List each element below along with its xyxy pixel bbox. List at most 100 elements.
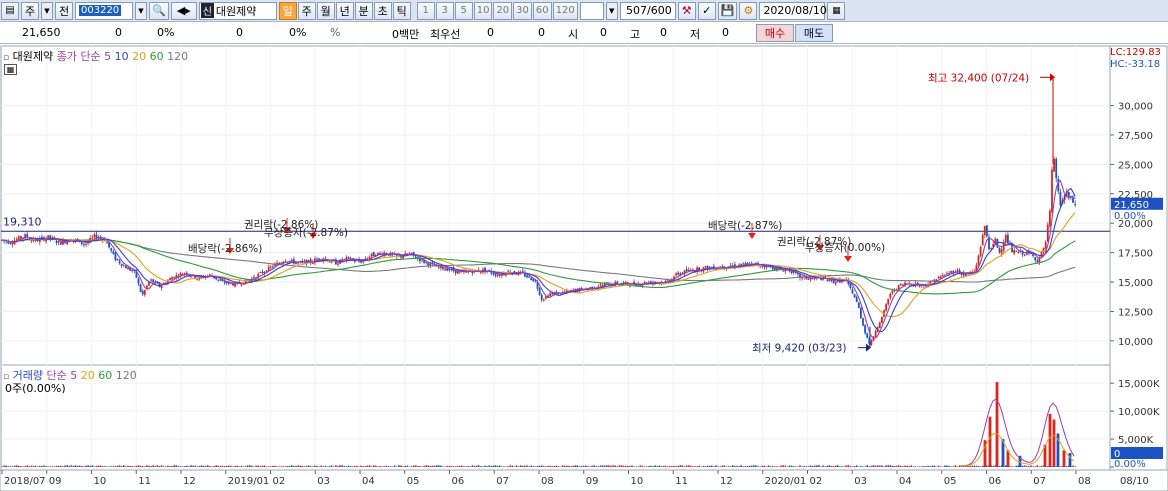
candle-body xyxy=(253,277,255,279)
volume-bar xyxy=(906,465,908,467)
volume-bar xyxy=(177,466,180,467)
volume-bar xyxy=(620,465,623,467)
volume-bar xyxy=(91,465,94,467)
volume-bar xyxy=(228,465,230,467)
candle-body xyxy=(542,299,545,301)
time-tick-label: 06 xyxy=(452,476,465,487)
candle-body xyxy=(874,330,877,337)
volume-bar xyxy=(286,466,289,467)
time-tick-label: 02 xyxy=(273,476,286,487)
panel-collapse-icon[interactable]: ▫ xyxy=(3,53,9,63)
volume-bar xyxy=(977,465,980,467)
volume-bar xyxy=(13,465,16,467)
candle-body xyxy=(318,258,320,260)
volume-bar xyxy=(631,465,633,467)
candle-body xyxy=(494,273,497,276)
time-tick-label: 09 xyxy=(49,476,62,487)
candle-body xyxy=(1013,250,1016,254)
volume-bar xyxy=(744,465,747,467)
volume-bar xyxy=(345,466,348,467)
volume-bar xyxy=(597,466,600,467)
volume-bar xyxy=(162,466,165,467)
grid-table-icon[interactable]: ▦ xyxy=(4,64,17,75)
volume-bar xyxy=(608,465,610,467)
candle-body xyxy=(240,284,243,286)
volume-bar xyxy=(3,465,5,467)
time-tick-label: 2020/01 xyxy=(765,476,807,487)
candle-body xyxy=(538,288,541,295)
candle-body xyxy=(881,316,883,323)
volume-bar xyxy=(769,466,772,467)
volume-bar xyxy=(698,465,700,467)
volume-bar xyxy=(383,466,385,467)
candle-body xyxy=(866,333,869,338)
candle-body xyxy=(118,260,121,264)
candle-body xyxy=(215,277,218,280)
candle-body xyxy=(685,269,688,272)
volume-bar xyxy=(528,466,530,467)
volume-bar xyxy=(280,466,283,467)
candle-body xyxy=(862,318,864,326)
volume-bar xyxy=(253,466,255,467)
candle-body xyxy=(944,274,946,276)
volume-bar xyxy=(375,465,377,467)
volume-bar xyxy=(601,465,604,467)
volume-bar xyxy=(519,465,522,467)
volume-bar xyxy=(515,465,518,467)
candle-body xyxy=(834,282,837,285)
volume-bar xyxy=(656,466,658,467)
volume-bar xyxy=(68,465,70,467)
volume-bar xyxy=(150,465,152,467)
volume-panel xyxy=(0,364,1111,471)
volume-bar xyxy=(257,465,259,467)
volume-spike-bar xyxy=(1068,453,1072,467)
volume-bar xyxy=(507,466,509,467)
volume-bar xyxy=(545,466,547,467)
volume-bar xyxy=(417,465,419,467)
candle-body xyxy=(782,270,785,272)
volume-tick-label: 5,000K xyxy=(1118,435,1154,446)
volume-bar xyxy=(85,465,87,467)
volume-bar xyxy=(299,465,301,467)
volume-bar xyxy=(771,466,774,467)
volume-bar xyxy=(284,466,287,467)
volume-bar xyxy=(845,465,847,467)
volume-bar xyxy=(207,465,209,467)
volume-bar xyxy=(830,465,833,467)
candle-body xyxy=(870,340,873,345)
volume-bar xyxy=(326,466,329,467)
volume-bar xyxy=(585,465,587,467)
volume-bar xyxy=(404,465,406,467)
candle-body xyxy=(160,285,163,289)
volume-bar xyxy=(99,465,102,467)
volume-bar xyxy=(217,465,220,467)
volume-bar xyxy=(435,465,438,467)
volume-bar xyxy=(89,465,91,467)
volume-bar xyxy=(305,465,308,467)
volume-bar xyxy=(723,465,726,467)
volume-bar xyxy=(158,465,161,467)
volume-bar xyxy=(690,465,692,467)
volume-bar xyxy=(354,465,356,467)
volume-bar xyxy=(780,465,782,467)
volume-bar xyxy=(39,465,41,467)
stock-chart[interactable]: 10,00012,50015,00017,50020,00022,50025,0… xyxy=(0,0,1168,491)
volume-bar xyxy=(173,465,175,467)
volume-bar xyxy=(154,466,157,467)
volume-bar xyxy=(76,465,79,467)
volume-bar xyxy=(694,466,696,467)
volume-bar xyxy=(561,465,564,467)
candle-body xyxy=(807,278,810,280)
volume-bar xyxy=(874,465,877,467)
price-tick-label: 15,000 xyxy=(1118,278,1153,289)
volume-bar xyxy=(463,466,465,467)
candle-body xyxy=(677,272,680,275)
volume-bar xyxy=(167,465,169,467)
volume-bar xyxy=(509,465,511,467)
volume-bar xyxy=(801,466,803,467)
volume-bar xyxy=(931,465,934,467)
volume-bar xyxy=(95,465,98,467)
candle-body xyxy=(857,302,860,309)
volume-bar xyxy=(406,465,409,467)
volume-bar xyxy=(261,465,264,467)
